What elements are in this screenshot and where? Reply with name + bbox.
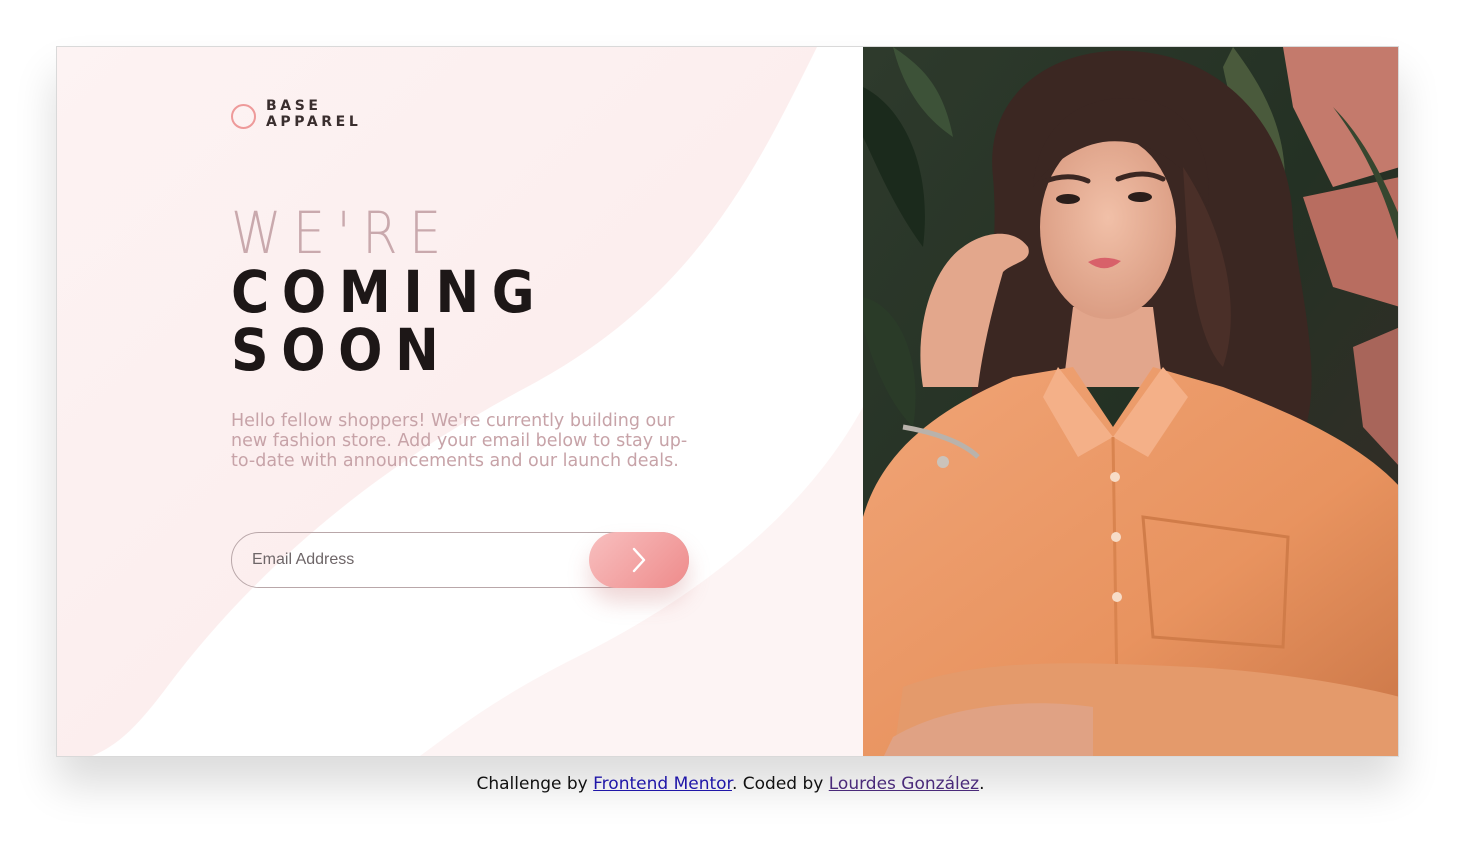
footer-middle: . Coded by: [731, 774, 829, 794]
footer-suffix: .: [979, 774, 985, 794]
footer-prefix: Challenge by: [476, 774, 594, 794]
headline-bold-1: COMING: [231, 258, 548, 326]
hero-image: [863, 47, 1398, 756]
frontend-mentor-link[interactable]: Frontend Mentor: [593, 774, 732, 794]
content-panel: BASE APPAREL WE'RE COMING SOON Hello fel…: [57, 47, 863, 756]
submit-button[interactable]: [589, 532, 689, 588]
brand-logo[interactable]: BASE APPAREL: [231, 98, 361, 130]
page-title: WE'RE COMING SOON: [231, 203, 582, 379]
logo-circle-icon: [231, 103, 256, 129]
subscribe-form: [231, 532, 689, 588]
author-link[interactable]: Lourdes González: [829, 774, 979, 794]
description-text: Hello fellow shoppers! We're currently b…: [231, 411, 688, 471]
attribution-footer: Challenge by Frontend Mentor. Coded by L…: [0, 774, 1461, 794]
headline-light: WE'RE: [231, 199, 453, 267]
woman-portrait-photo: [863, 47, 1398, 756]
brand-name-line1: BASE: [266, 98, 322, 114]
background-wave: [57, 47, 863, 756]
brand-name-line2: APPAREL: [266, 114, 362, 130]
main-card: BASE APPAREL WE'RE COMING SOON Hello fel…: [56, 46, 1399, 757]
headline-bold-2: SOON: [231, 316, 452, 384]
arrow-right-icon: [632, 547, 646, 573]
